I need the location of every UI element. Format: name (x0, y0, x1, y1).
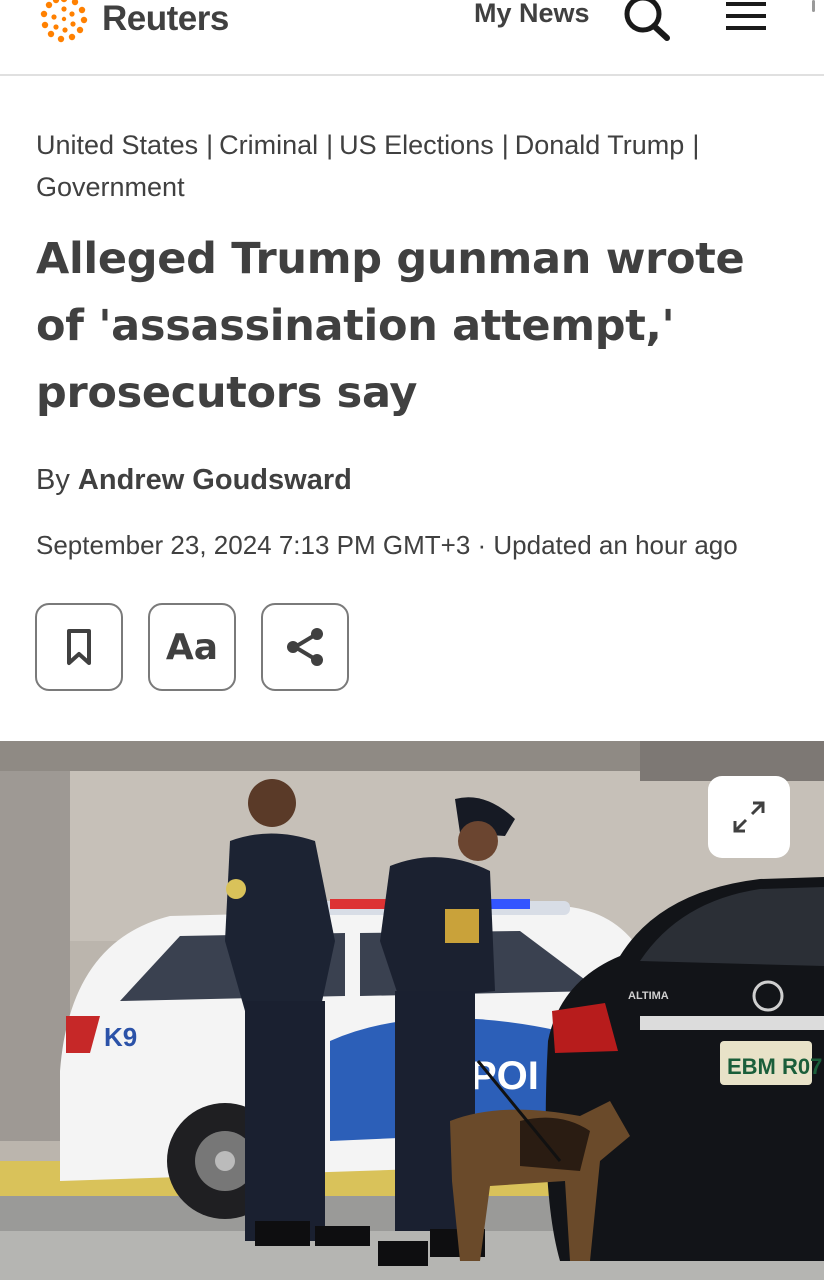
topic-separator: | (326, 130, 334, 160)
hamburger-menu-icon (726, 2, 766, 30)
expand-photo-button[interactable] (708, 776, 790, 858)
publish-date: September 23, 2024 7:13 PM GMT+3 · Updat… (36, 530, 738, 560)
site-header: Reuters My News (0, 0, 824, 76)
byline-prefix: By (36, 464, 70, 496)
search-icon (624, 0, 670, 41)
text-size-button[interactable]: Aa (148, 603, 236, 691)
scroll-indicator (812, 0, 815, 12)
topic-government[interactable]: Government (36, 172, 185, 202)
reuters-logo-icon (40, 0, 88, 43)
author-link[interactable]: Andrew Goudsward (78, 464, 352, 496)
svg-text:ALTIMA: ALTIMA (628, 990, 669, 1002)
text-size-label: Aa (165, 626, 219, 668)
topic-united-states[interactable]: United States (36, 130, 198, 160)
topic-separator: | (692, 130, 700, 160)
topic-us-elections[interactable]: US Elections (339, 130, 494, 160)
my-news-link[interactable]: My News (474, 0, 590, 29)
bookmark-icon (67, 629, 91, 665)
byline: By Andrew Goudsward (36, 464, 352, 497)
topic-criminal[interactable]: Criminal (219, 130, 318, 160)
bookmark-button[interactable] (35, 603, 123, 691)
topic-separator: | (501, 130, 509, 160)
share-button[interactable] (261, 603, 349, 691)
svg-text:EBM R07: EBM R07 (727, 1054, 822, 1079)
brand-name: Reuters (102, 0, 229, 38)
article-headline: Alleged Trump gunman wrote of 'assassina… (36, 234, 745, 418)
topic-separator: | (206, 130, 214, 160)
topic-breadcrumb: United States | Criminal | US Elections | Dona… (36, 124, 776, 208)
expand-icon (733, 801, 765, 833)
topic-donald-trump[interactable]: Donald Trump (515, 130, 685, 160)
svg-text:K9: K9 (104, 1022, 137, 1052)
article-photo[interactable]: K9 POI ALTIMA EBM R07 (0, 741, 824, 1280)
search-button[interactable] (620, 0, 676, 44)
reuters-logo[interactable]: Reuters (34, 0, 229, 44)
photo-illustration: K9 POI ALTIMA EBM R07 (0, 741, 824, 1280)
share-icon (287, 628, 323, 666)
menu-button[interactable] (722, 0, 770, 38)
